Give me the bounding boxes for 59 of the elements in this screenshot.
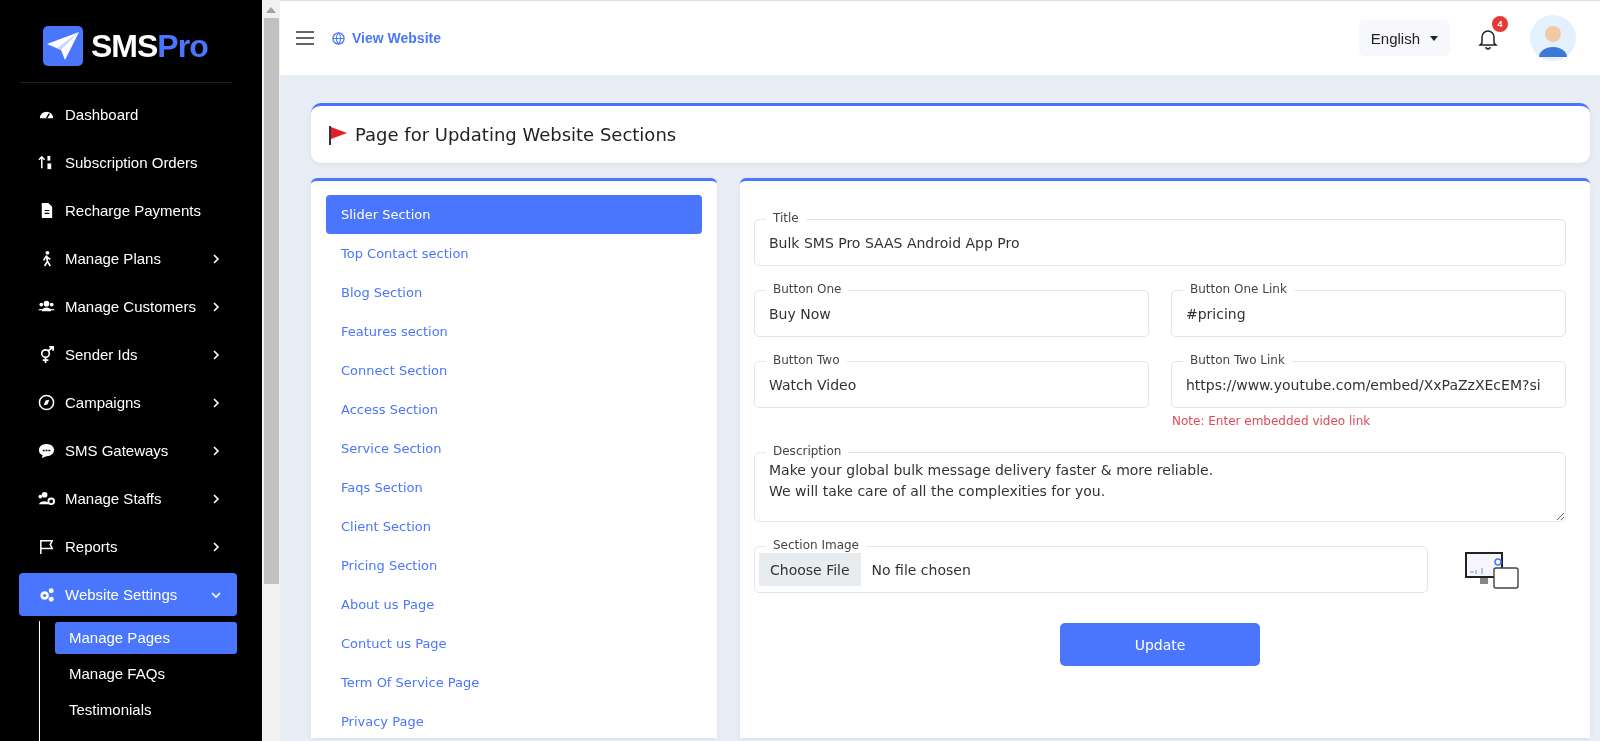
field-label: Button One — [766, 282, 849, 296]
section-tab[interactable]: Privacy Page — [326, 702, 702, 741]
gears-icon — [38, 586, 55, 603]
section-tab[interactable]: Blog Section — [326, 273, 702, 312]
section-tab[interactable]: About us Page — [326, 585, 702, 624]
section-tab[interactable]: Connect Section — [326, 351, 702, 390]
nav-item[interactable]: Sender Ids — [19, 333, 237, 376]
flag-icon — [38, 538, 55, 555]
chat-bubble-icon — [38, 442, 55, 459]
nav-item[interactable]: Manage Customers — [19, 285, 237, 328]
section-tab[interactable]: Features section — [326, 312, 702, 351]
nav-item[interactable]: SMS Gateways — [19, 429, 237, 472]
nav-item[interactable]: Dashboard — [19, 93, 237, 136]
submenu-item[interactable]: Manage FAQs — [55, 658, 237, 690]
flag-icon — [327, 123, 349, 146]
section-tab[interactable]: Top Contact section — [326, 234, 702, 273]
nav-item[interactable]: Subscription Orders — [19, 141, 237, 184]
notification-count: 4 — [1492, 16, 1508, 32]
file-status: No file chosen — [870, 561, 971, 578]
nav-item[interactable]: Manage Plans — [19, 237, 237, 280]
devices-preview-drawing — [1464, 549, 1520, 590]
submenu-item[interactable]: Manage Pages — [55, 622, 237, 654]
nav-item[interactable]: Website Settings — [19, 573, 237, 616]
people-gear-icon — [38, 490, 55, 507]
view-website-link[interactable]: View Website — [332, 30, 441, 46]
scrollbar-thumb[interactable] — [263, 18, 279, 584]
section-tab[interactable]: Term Of Service Page — [326, 663, 702, 702]
scrollbar[interactable] — [262, 0, 280, 741]
section-tab[interactable]: Slider Section — [326, 195, 702, 234]
section-tab[interactable]: Access Section — [326, 390, 702, 429]
section-tab[interactable]: Pricing Section — [326, 546, 702, 585]
avatar-icon[interactable] — [1530, 15, 1576, 61]
section-tab[interactable]: Client Section — [326, 507, 702, 546]
update-button[interactable]: Update — [1060, 623, 1260, 666]
field-label: Button One Link — [1183, 282, 1294, 296]
field-label: Section Image — [766, 538, 866, 552]
globe-icon — [332, 31, 345, 45]
nav-item[interactable]: Reports — [19, 525, 237, 568]
field-label: Description — [766, 444, 849, 458]
section-tab[interactable]: Faqs Section — [326, 468, 702, 507]
section-tab[interactable]: Contuct us Page — [326, 624, 702, 663]
nav-item[interactable]: Recharge Payments — [19, 189, 237, 232]
language-dropdown[interactable]: English — [1358, 20, 1450, 56]
field-label: Button Two — [766, 353, 847, 367]
choose-file-button[interactable]: Choose File — [759, 553, 861, 586]
section-tab[interactable]: Service Section — [326, 429, 702, 468]
field-note: Note: Enter embedded video link — [1171, 414, 1372, 428]
page-title: Page for Updating Website Sections — [355, 124, 677, 145]
compass-icon — [38, 394, 55, 411]
paper-plane-logo-icon — [43, 26, 83, 66]
nav-item[interactable]: Manage Staffs — [19, 477, 237, 520]
submenu-item[interactable]: Testimonials — [55, 694, 237, 726]
nav-item[interactable]: Campaigns — [19, 381, 237, 424]
caret-icon — [1430, 35, 1438, 41]
logo-text: SMSPro — [91, 27, 208, 65]
menu-icon[interactable] — [296, 31, 314, 45]
gender-symbol-icon — [38, 346, 55, 363]
field-label: Button Two Link — [1183, 353, 1292, 367]
field-label: Title — [766, 211, 806, 225]
